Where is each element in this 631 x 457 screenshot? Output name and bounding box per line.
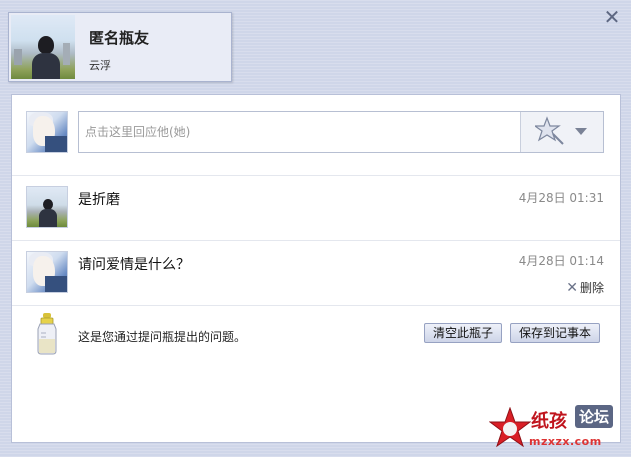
- profile-location: 云浮: [89, 59, 111, 72]
- message-time: 4月28日 01:14: [518, 254, 604, 268]
- reply-input[interactable]: [79, 112, 519, 152]
- message-text: 是折磨: [78, 192, 120, 208]
- star-wand-icon: [535, 116, 564, 145]
- message-text: 请问爱情是什么？: [78, 257, 190, 273]
- chevron-down-icon: [575, 128, 587, 135]
- clear-bottle-button[interactable]: 清空此瓶子: [424, 323, 503, 343]
- watermark-url: mzxzx.com: [529, 435, 602, 448]
- reply-row: [12, 95, 620, 176]
- watermark-badge: 论坛: [575, 405, 614, 428]
- footer-row: 这是您通过提问瓶提出的问题。 清空此瓶子 保存到记事本: [12, 305, 620, 365]
- conversation-panel: 是折磨 4月28日 01:31 请问爱情是什么？ 4月28日 01:14 ✕删除: [11, 94, 621, 443]
- my-avatar: [26, 111, 68, 153]
- message-time: 4月28日 01:31: [518, 191, 604, 205]
- site-watermark: 纸孩 论坛 mzxzx.com: [489, 405, 625, 455]
- save-to-notepad-button[interactable]: 保存到记事本: [510, 323, 601, 343]
- watermark-brand: 纸孩: [531, 411, 567, 432]
- sender-avatar: [26, 251, 68, 293]
- sender-avatar: [26, 186, 68, 228]
- delete-button[interactable]: ✕ 删除: [566, 279, 604, 296]
- profile-name: 匿名瓶友: [89, 29, 150, 47]
- close-icon[interactable]: ✕: [603, 7, 621, 27]
- dialog-frame: ✕ 匿名瓶友 云浮 点击这里回应他(她) 是折磨 4月28日 01:31 请问爱…: [0, 0, 631, 457]
- reply-box: [78, 111, 604, 153]
- delete-label: 删除: [579, 281, 604, 295]
- star-logo-icon: [489, 407, 531, 448]
- close-icon: ✕: [566, 280, 578, 296]
- bottle-icon: [37, 313, 57, 355]
- profile-avatar: [11, 15, 75, 79]
- message-row: 是折磨 4月28日 01:31: [12, 176, 620, 241]
- message-row: 请问爱情是什么？ 4月28日 01:14 ✕ 删除: [12, 241, 620, 306]
- footer-note: 这是您通过提问瓶提出的问题。: [78, 330, 247, 344]
- emote-dropdown-button[interactable]: [520, 112, 603, 152]
- profile-card: 匿名瓶友 云浮: [8, 12, 232, 82]
